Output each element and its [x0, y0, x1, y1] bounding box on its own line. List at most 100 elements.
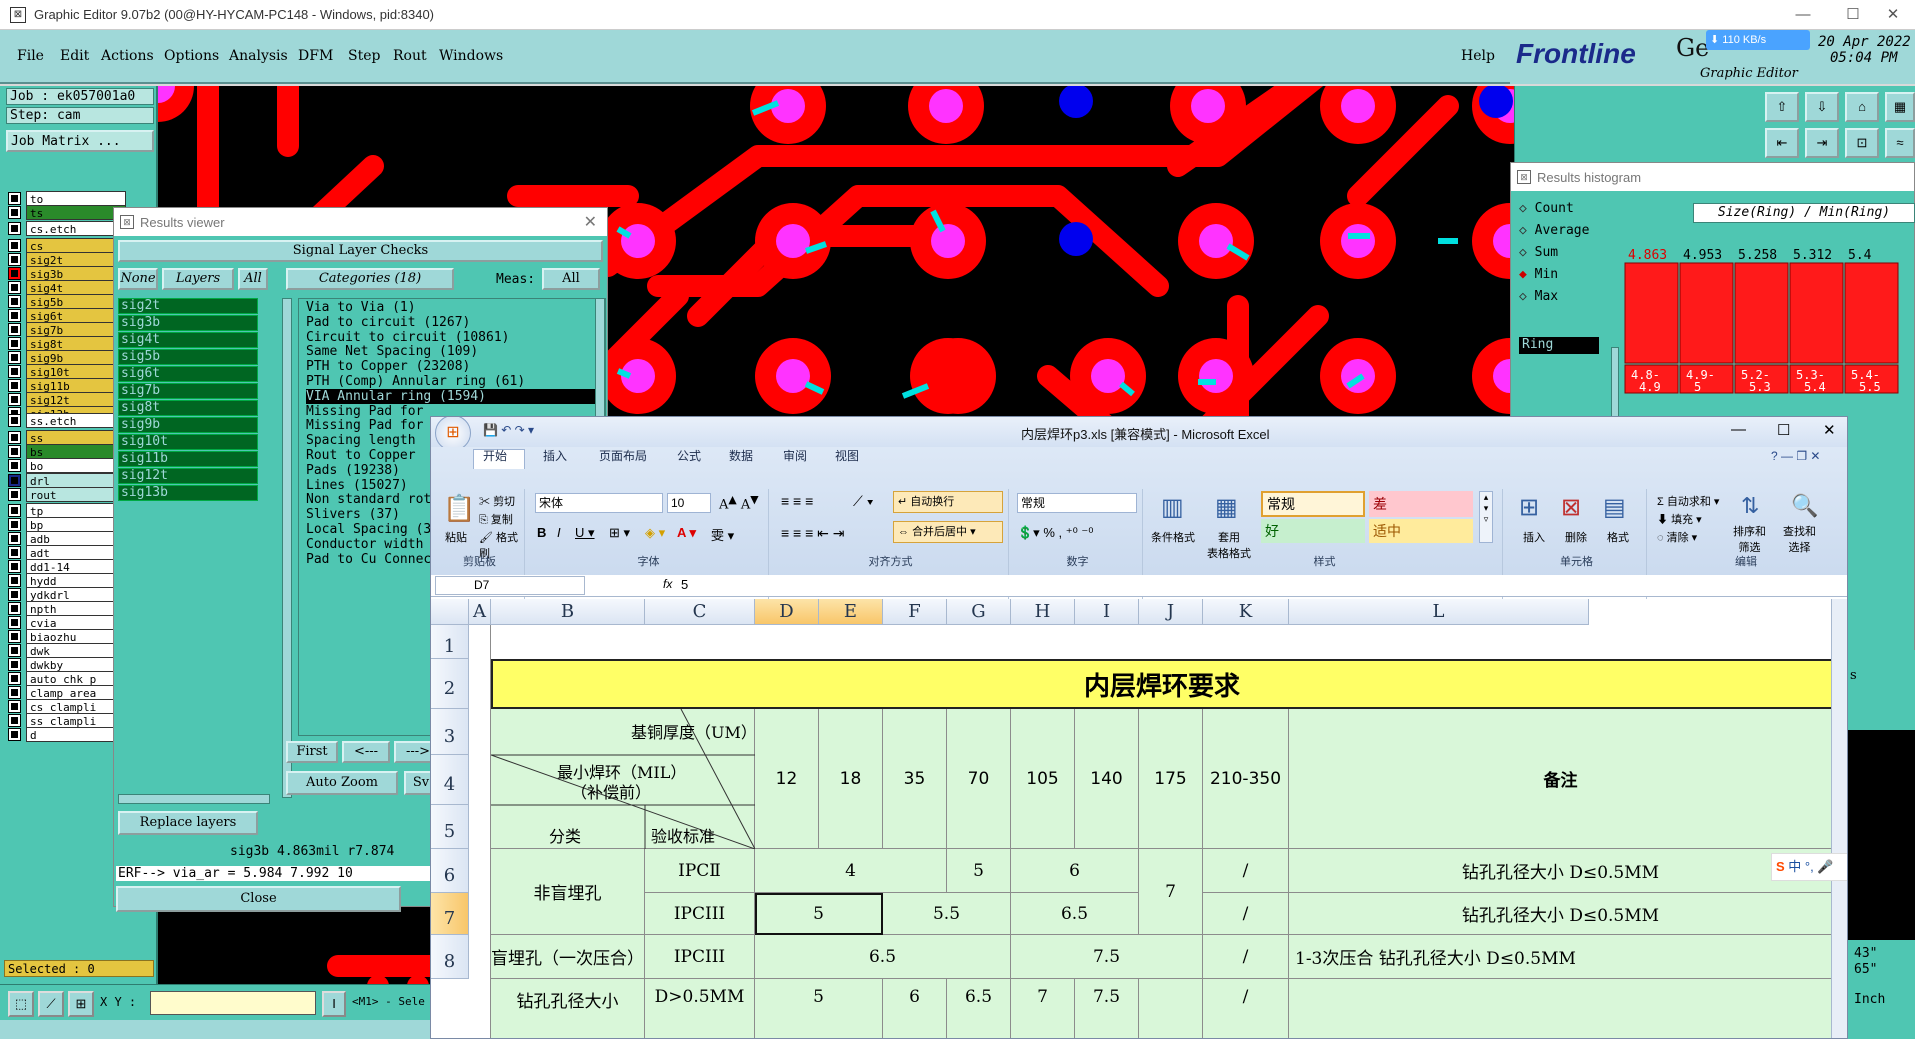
zoom-box-icon[interactable]: ⬚: [8, 991, 34, 1017]
office-button-icon[interactable]: ⊞: [435, 417, 471, 451]
redo-icon[interactable]: ⇥: [1805, 128, 1839, 158]
replace-layers-select[interactable]: Replace layers: [118, 811, 258, 835]
layer-row-d[interactable]: d: [8, 726, 126, 742]
column-header-c[interactable]: C: [645, 599, 755, 625]
category-item[interactable]: Missing Pad for: [306, 404, 423, 419]
row8-standard[interactable]: IPCIII: [645, 935, 755, 979]
row7-value-b[interactable]: 5.5: [883, 893, 1011, 935]
row1-empty[interactable]: [491, 625, 1833, 659]
worksheet-grid[interactable]: A B C D E F G H I J K L 1 2 3 4 5 6 7 8 内层焊环要求 基铜厚度（UM） 最小焊环（M…: [431, 599, 1847, 1038]
row9-value[interactable]: 7.5: [1075, 979, 1139, 1038]
wave-icon[interactable]: ≈: [1885, 128, 1915, 158]
row-header-8[interactable]: 8: [431, 935, 469, 979]
job-matrix-button[interactable]: Job Matrix ...: [6, 130, 154, 152]
row-header-1[interactable]: 1: [431, 625, 469, 659]
row9-value[interactable]: 7: [1011, 979, 1075, 1038]
auto-zoom-select[interactable]: Auto Zoom: [286, 771, 398, 795]
layer-list-scrollbar[interactable]: [282, 298, 292, 798]
column-header-l[interactable]: L: [1289, 599, 1589, 625]
column-header-e[interactable]: E: [819, 599, 883, 625]
menu-analysis[interactable]: Analysis: [229, 48, 288, 64]
meas-select[interactable]: All: [542, 268, 600, 290]
layer-checkbox[interactable]: [8, 685, 21, 699]
undo-icon[interactable]: ⇤: [1765, 128, 1799, 158]
tab-home[interactable]: 开始: [483, 447, 507, 464]
insert-cells-icon[interactable]: ⊞: [1519, 493, 1539, 522]
menu-options[interactable]: Options: [164, 48, 219, 64]
category-item[interactable]: Pads (19238): [306, 463, 400, 478]
layer-checkbox[interactable]: [8, 252, 21, 266]
column-header-f[interactable]: F: [883, 599, 947, 625]
row6-note[interactable]: 钻孔孔径大小 D≤0.5MM: [1289, 849, 1833, 893]
signal-layer-item-sig10t[interactable]: sig10t: [118, 434, 258, 450]
histogram-bar[interactable]: [1789, 262, 1844, 364]
autosum-button[interactable]: Σ 自动求和 ▾: [1657, 493, 1719, 509]
histogram-bar[interactable]: [1624, 262, 1679, 364]
merge-center-button[interactable]: ⇔ 合并后居中 ▾: [893, 521, 1003, 543]
layer-checkbox[interactable]: [8, 503, 21, 517]
row7-value-c[interactable]: 6.5: [1011, 893, 1139, 935]
style-normal[interactable]: 常规: [1261, 491, 1365, 517]
histogram-option-average[interactable]: ◇ Average: [1519, 223, 1589, 238]
row8-note[interactable]: 1-3次压合 钻孔孔径大小 D≤0.5MM: [1289, 935, 1833, 979]
row9-value[interactable]: 5: [755, 979, 883, 1038]
tab-view[interactable]: 视图: [835, 447, 859, 464]
remark-header[interactable]: 备注: [1289, 709, 1833, 849]
row-header-3[interactable]: 3: [431, 709, 469, 755]
category-item[interactable]: PTH (Comp) Annular ring (61): [306, 374, 525, 389]
layer-row-cs.etch[interactable]: cs.etch: [8, 220, 126, 236]
copy-button[interactable]: ⎘ 复制: [479, 511, 513, 527]
menu-step[interactable]: Step: [348, 48, 380, 64]
thickness-18[interactable]: 18: [819, 709, 883, 849]
number-format-select[interactable]: 常规: [1017, 493, 1137, 513]
histogram-bar[interactable]: [1844, 262, 1899, 364]
snap-icon[interactable]: ⊡: [1845, 128, 1879, 158]
layer-checkbox[interactable]: [8, 573, 21, 587]
layer-checkbox[interactable]: [8, 587, 21, 601]
layer-checkbox[interactable]: [8, 205, 21, 219]
layer-checkbox[interactable]: [8, 643, 21, 657]
delete-cells-label[interactable]: 删除: [1565, 529, 1587, 545]
histogram-bar[interactable]: [1679, 262, 1734, 364]
category-item[interactable]: Pad to Cu Connec: [306, 552, 431, 567]
row9-empty[interactable]: [1139, 979, 1203, 1038]
signal-layer-item-sig4t[interactable]: sig4t: [118, 332, 258, 348]
table-format-icon[interactable]: ▦: [1215, 493, 1238, 522]
name-box[interactable]: D7: [435, 576, 585, 595]
layer-checkbox[interactable]: [8, 191, 21, 205]
thickness-70[interactable]: 70: [947, 709, 1011, 849]
layer-checkbox[interactable]: [8, 473, 21, 487]
align-left-icons[interactable]: ≡ ≡ ≡ ⇤ ⇥: [781, 525, 845, 542]
row6-value-c[interactable]: 6: [1011, 849, 1139, 893]
style-neutral[interactable]: 适中: [1369, 519, 1473, 543]
thickness-35[interactable]: 35: [883, 709, 947, 849]
column-a-empty[interactable]: [469, 625, 491, 1038]
row9-category[interactable]: 钻孔孔径大小: [491, 979, 645, 1038]
row7-value-a-selected[interactable]: 5: [755, 893, 883, 935]
category-item[interactable]: Local Spacing (3: [306, 522, 431, 537]
layer-checkbox[interactable]: [8, 699, 21, 713]
row7-slash[interactable]: /: [1203, 893, 1289, 935]
paste-icon[interactable]: 📋: [443, 493, 475, 524]
underline-icon[interactable]: U ▾: [575, 525, 595, 541]
layer-checkbox[interactable]: [8, 458, 21, 472]
menu-edit[interactable]: Edit: [60, 48, 89, 64]
row6-value-a[interactable]: 4: [755, 849, 947, 893]
paste-label[interactable]: 粘贴: [445, 529, 467, 545]
category-item[interactable]: Rout to Copper: [306, 448, 416, 463]
delete-cells-icon[interactable]: ⊠: [1561, 493, 1581, 522]
results-viewer-close-icon[interactable]: ✕: [584, 212, 597, 232]
layer-checkbox[interactable]: [8, 727, 21, 741]
field-input[interactable]: Ring: [1519, 337, 1599, 354]
layer-checkbox[interactable]: [8, 615, 21, 629]
row-header-4[interactable]: 4: [431, 755, 469, 805]
thickness-12[interactable]: 12: [755, 709, 819, 849]
menu-windows[interactable]: Windows: [439, 48, 503, 64]
find-select-label[interactable]: 查找和 选择: [1783, 523, 1816, 555]
row6-category[interactable]: 非盲埋孔: [491, 849, 645, 935]
sort-filter-label[interactable]: 排序和 筛选: [1733, 523, 1766, 555]
row6-standard[interactable]: IPCⅡ: [645, 849, 755, 893]
menu-help[interactable]: Help: [1461, 48, 1495, 64]
row-header-6[interactable]: 6: [431, 849, 469, 893]
fill-button[interactable]: ⬇ 填充 ▾: [1657, 511, 1702, 527]
